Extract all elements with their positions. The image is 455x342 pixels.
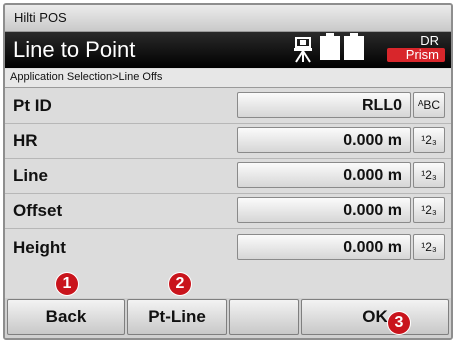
battery-icon (344, 33, 364, 60)
screen-header: Line to Point DR Prism (5, 32, 451, 68)
pt-line-button[interactable]: Pt-Line (127, 299, 227, 335)
softkey-bar: Back Pt-Line OK (5, 298, 451, 338)
field-row-offset: Offset 0.000 m ¹2₃ (5, 194, 451, 228)
field-value: 0.000 m (343, 167, 402, 184)
field-value: 0.000 m (343, 132, 402, 149)
field-value: 0.000 m (343, 202, 402, 219)
breadcrumb-text: Application Selection>Line Offs (10, 71, 163, 83)
window-title: Hilti POS (14, 10, 67, 25)
numeric-input-mode-button[interactable]: ¹2₃ (413, 162, 445, 188)
battery-icon (320, 33, 340, 60)
field-value: RLL0 (362, 97, 402, 114)
pt-id-field[interactable]: RLL0 (237, 92, 411, 118)
callout-1: 1 (56, 273, 78, 295)
hr-field[interactable]: 0.000 m (237, 127, 411, 153)
field-row-pt-id: Pt ID RLL0 ᴬBC (5, 89, 451, 123)
numeric-input-mode-button[interactable]: ¹2₃ (413, 197, 445, 223)
empty-softkey[interactable] (229, 299, 299, 335)
numeric-input-mode-button[interactable]: ¹2₃ (413, 127, 445, 153)
mode-dr-label: DR (420, 33, 439, 48)
page-title: Line to Point (13, 37, 136, 62)
field-row-line: Line 0.000 m ¹2₃ (5, 159, 451, 193)
field-label: HR (13, 131, 38, 150)
field-label: Pt ID (13, 96, 52, 115)
back-button[interactable]: Back (7, 299, 125, 335)
breadcrumb: Application Selection>Line Offs (5, 69, 451, 88)
field-label: Line (13, 166, 48, 185)
field-row-height: Height 0.000 m ¹2₃ (5, 231, 451, 265)
measure-mode-badge[interactable]: DR Prism (387, 34, 445, 62)
total-station-icon (294, 37, 312, 63)
ok-button[interactable]: OK (301, 299, 449, 335)
height-field[interactable]: 0.000 m (237, 234, 411, 260)
callout-2: 2 (169, 273, 191, 295)
field-label: Height (13, 238, 66, 257)
alpha-input-mode-button[interactable]: ᴬBC (413, 92, 445, 118)
line-field[interactable]: 0.000 m (237, 162, 411, 188)
row-divider (5, 228, 451, 229)
offset-field[interactable]: 0.000 m (237, 197, 411, 223)
field-label: Offset (13, 201, 63, 220)
callout-3: 3 (388, 312, 410, 334)
mode-prism-label: Prism (387, 48, 445, 62)
window-titlebar: Hilti POS (5, 5, 451, 32)
field-value: 0.000 m (343, 239, 402, 256)
field-row-hr: HR 0.000 m ¹2₃ (5, 124, 451, 158)
numeric-input-mode-button[interactable]: ¹2₃ (413, 234, 445, 260)
